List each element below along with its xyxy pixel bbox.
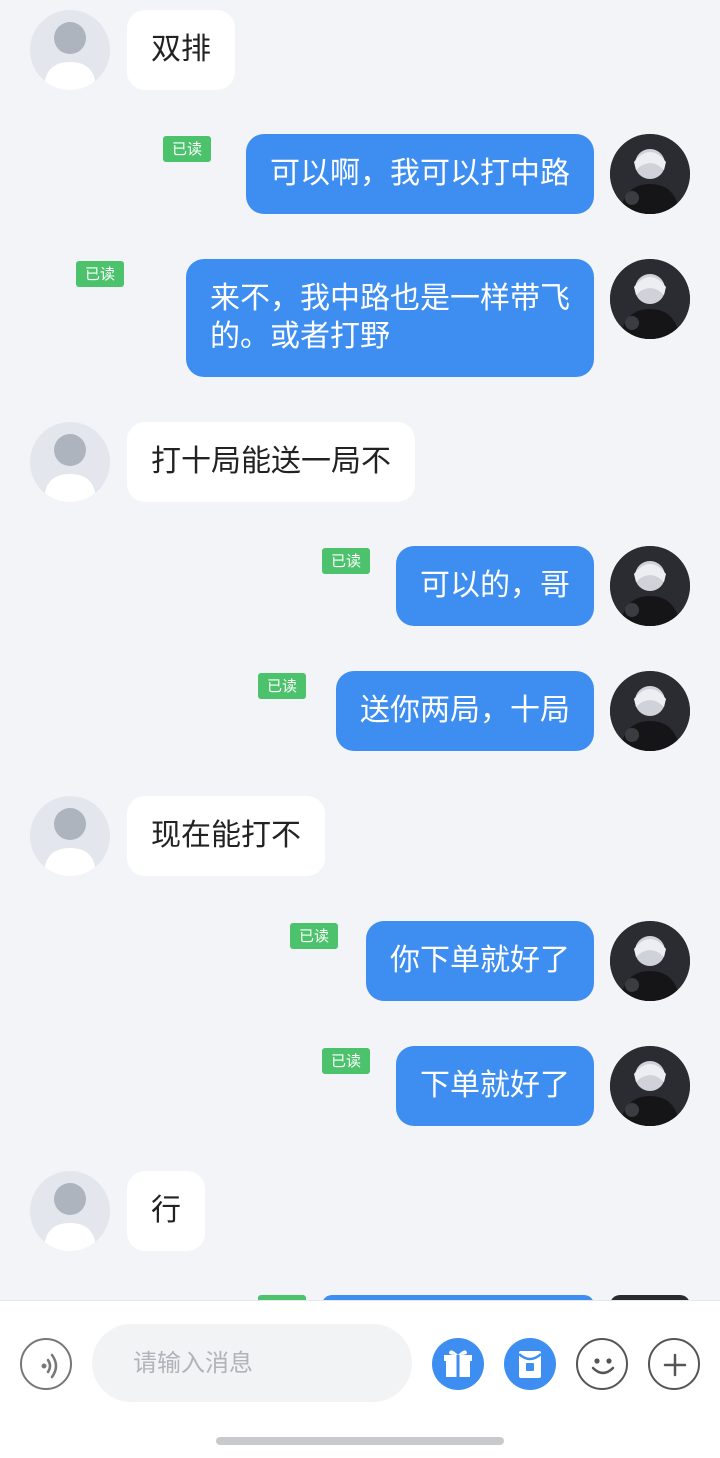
user-avatar[interactable] [610, 546, 690, 626]
contact-avatar[interactable] [30, 1171, 110, 1251]
emoji-icon[interactable] [576, 1338, 628, 1390]
message-row-sent: 已读 可以啊，我可以打中路 [0, 134, 720, 216]
read-status-badge: 已读 [258, 673, 307, 699]
contact-avatar[interactable] [30, 422, 110, 502]
user-avatar[interactable] [610, 671, 690, 751]
message-bubble[interactable]: 来不，我中路也是一样带飞 的。或者打野 [186, 259, 594, 377]
contact-avatar[interactable] [30, 796, 110, 876]
message-row-sent: 已读 送你两局，十局 [0, 671, 720, 753]
contact-avatar[interactable] [30, 10, 110, 90]
home-indicator[interactable] [216, 1437, 504, 1445]
message-row-sent: 已读 下单就好了 [0, 1046, 720, 1128]
message-row-received: 行 [0, 1171, 720, 1253]
red-packet-icon[interactable] [504, 1338, 556, 1390]
message-row-sent: 已读 来不，我中路也是一样带飞 的。或者打野 [0, 259, 720, 379]
read-status-badge: 已读 [163, 136, 212, 162]
message-bubble[interactable]: 现在能打不 [127, 796, 325, 876]
message-bubble[interactable]: 可以的，哥 [396, 546, 594, 626]
user-avatar[interactable] [610, 921, 690, 1001]
message-row-received: 现在能打不 [0, 796, 720, 878]
user-avatar[interactable] [610, 1046, 690, 1126]
read-status-badge: 已读 [322, 1048, 371, 1074]
read-status-badge: 已读 [76, 261, 125, 287]
plus-icon[interactable] [648, 1338, 700, 1390]
message-bubble[interactable]: 下单就好了 [396, 1046, 594, 1126]
voice-icon[interactable] [20, 1338, 72, 1390]
message-bubble[interactable]: 双排 [127, 10, 235, 90]
message-row-received: 打十局能送一局不 [0, 422, 720, 504]
message-bubble[interactable]: 行 [127, 1171, 205, 1251]
message-row-sent: 已读 可以的，哥 [0, 546, 720, 628]
message-bubble[interactable]: 你下单就好了 [366, 921, 594, 1001]
message-bubble[interactable]: 打十局能送一局不 [127, 422, 415, 502]
message-input-bar [0, 1300, 720, 1458]
message-bubble[interactable]: 送你两局，十局 [336, 671, 594, 751]
message-bubble[interactable]: 可以啊，我可以打中路 [246, 134, 594, 214]
read-status-badge: 已读 [322, 548, 371, 574]
read-status-badge: 已读 [290, 923, 339, 949]
gift-icon[interactable] [432, 1338, 484, 1390]
message-input[interactable] [92, 1324, 412, 1402]
user-avatar[interactable] [610, 259, 690, 339]
user-avatar[interactable] [610, 134, 690, 214]
chat-area[interactable]: 双排 已读 可以啊，我可以打中路 已读 来不，我中路也是一样带飞 的。或者打野 … [0, 0, 720, 1300]
message-row-received: 双排 [0, 10, 720, 92]
message-row-sent: 已读 你下单就好了 [0, 921, 720, 1003]
